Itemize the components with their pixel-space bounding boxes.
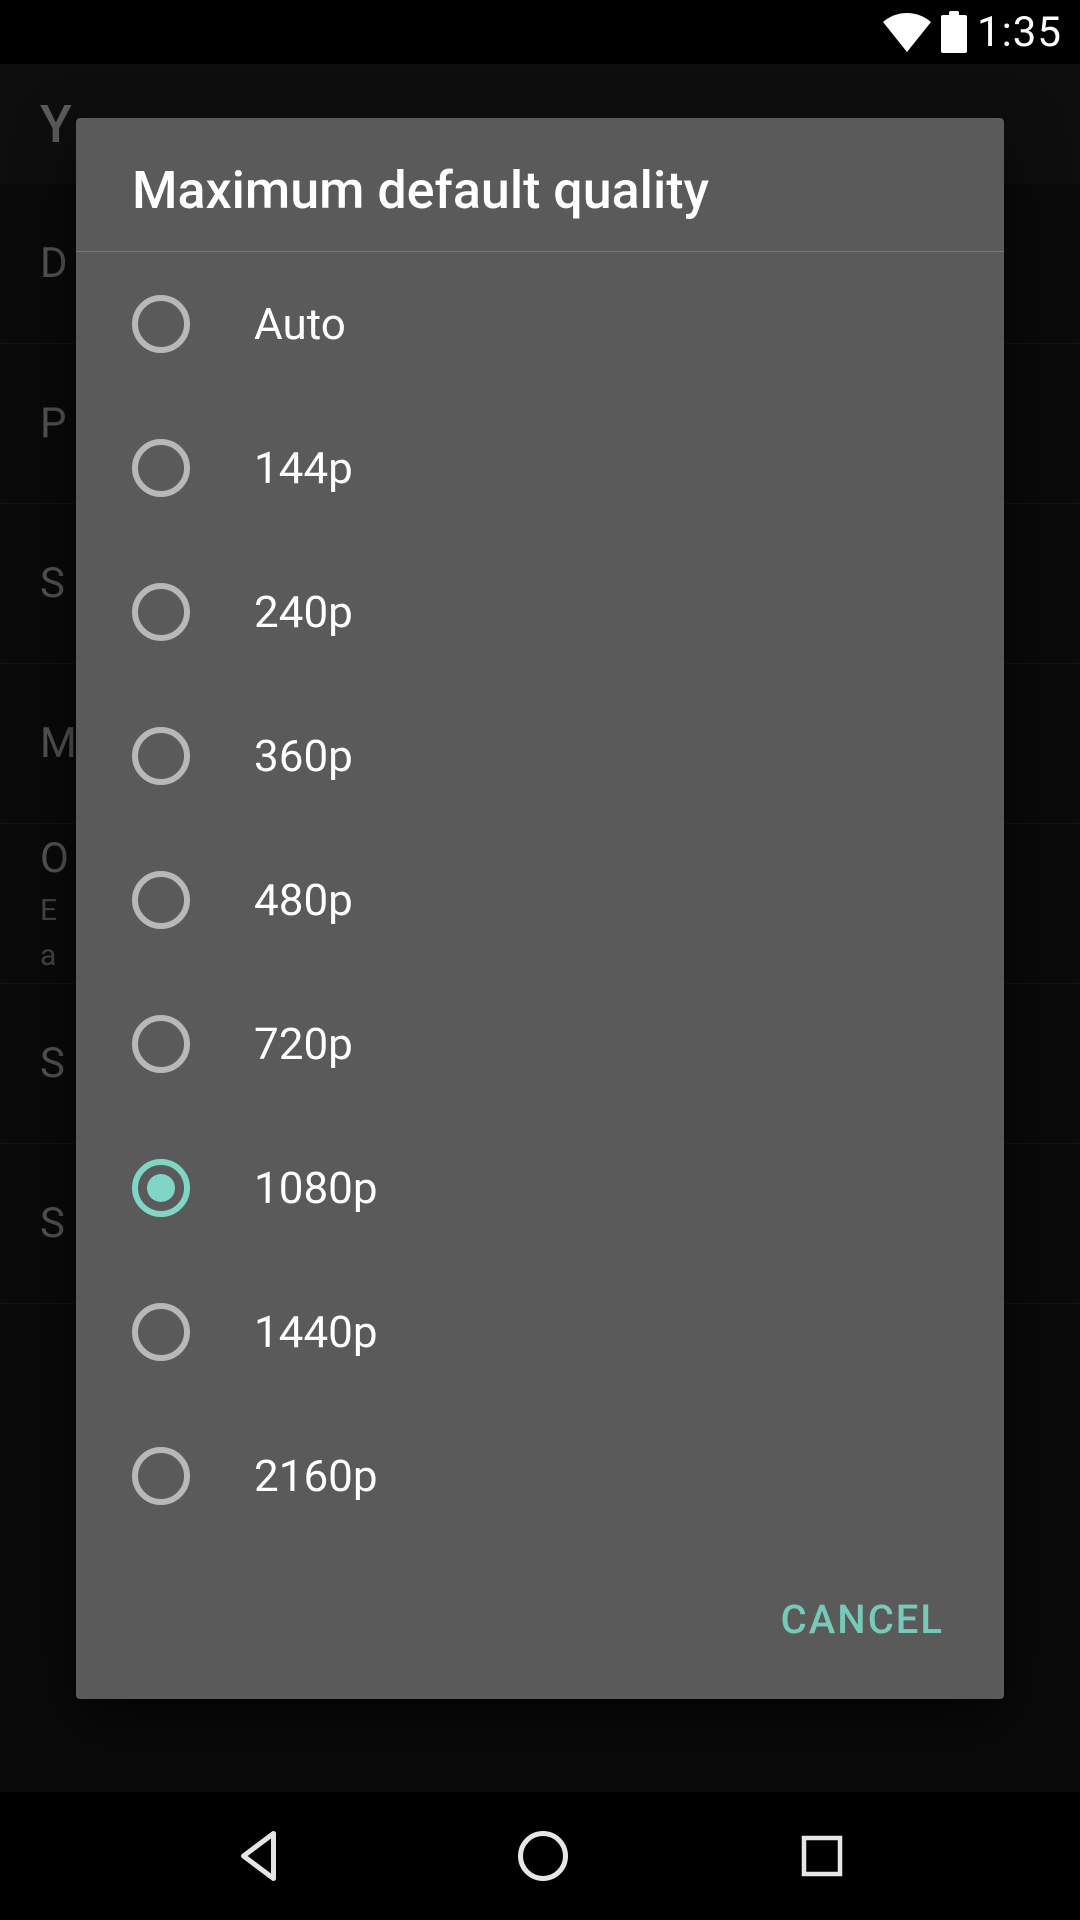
radio-icon (132, 439, 190, 497)
back-button[interactable] (231, 1826, 291, 1886)
navigation-bar (0, 1792, 1080, 1920)
option-label: 144p (254, 442, 353, 494)
quality-option-144p[interactable]: 144p (76, 396, 1004, 540)
radio-icon (132, 295, 190, 353)
wifi-icon (883, 12, 931, 52)
radio-icon (132, 583, 190, 641)
quality-option-2160p[interactable]: 2160p (76, 1404, 1004, 1548)
option-label: 240p (254, 586, 353, 638)
radio-icon (132, 1447, 190, 1505)
radio-icon (132, 1303, 190, 1361)
dialog-title: Maximum default quality (76, 118, 1004, 252)
radio-icon (132, 871, 190, 929)
option-label: 360p (254, 730, 353, 782)
option-label: 720p (254, 1018, 353, 1070)
radio-icon (132, 727, 190, 785)
radio-icon (132, 1015, 190, 1073)
cancel-button[interactable]: CANCEL (757, 1580, 968, 1659)
option-label: Auto (254, 298, 346, 350)
home-button[interactable] (513, 1826, 573, 1886)
quality-option-480p[interactable]: 480p (76, 828, 1004, 972)
quality-option-1080p[interactable]: 1080p (76, 1116, 1004, 1260)
dialog-actions: CANCEL (76, 1548, 1004, 1699)
status-clock: 1:35 (977, 8, 1062, 57)
quality-dialog: Maximum default quality Auto 144p 240p 3… (76, 118, 1004, 1699)
quality-option-720p[interactable]: 720p (76, 972, 1004, 1116)
quality-option-240p[interactable]: 240p (76, 540, 1004, 684)
battery-icon (941, 11, 967, 53)
option-label: 2160p (254, 1450, 378, 1502)
option-label: 480p (254, 874, 353, 926)
recent-apps-button[interactable] (795, 1829, 849, 1883)
option-label: 1440p (254, 1306, 378, 1358)
option-label: 1080p (254, 1162, 378, 1214)
quality-options-list: Auto 144p 240p 360p 480p 720p 1080p (76, 252, 1004, 1548)
quality-option-360p[interactable]: 360p (76, 684, 1004, 828)
quality-option-auto[interactable]: Auto (76, 252, 1004, 396)
status-bar: 1:35 (0, 0, 1080, 64)
radio-icon-selected (132, 1159, 190, 1217)
quality-option-1440p[interactable]: 1440p (76, 1260, 1004, 1404)
